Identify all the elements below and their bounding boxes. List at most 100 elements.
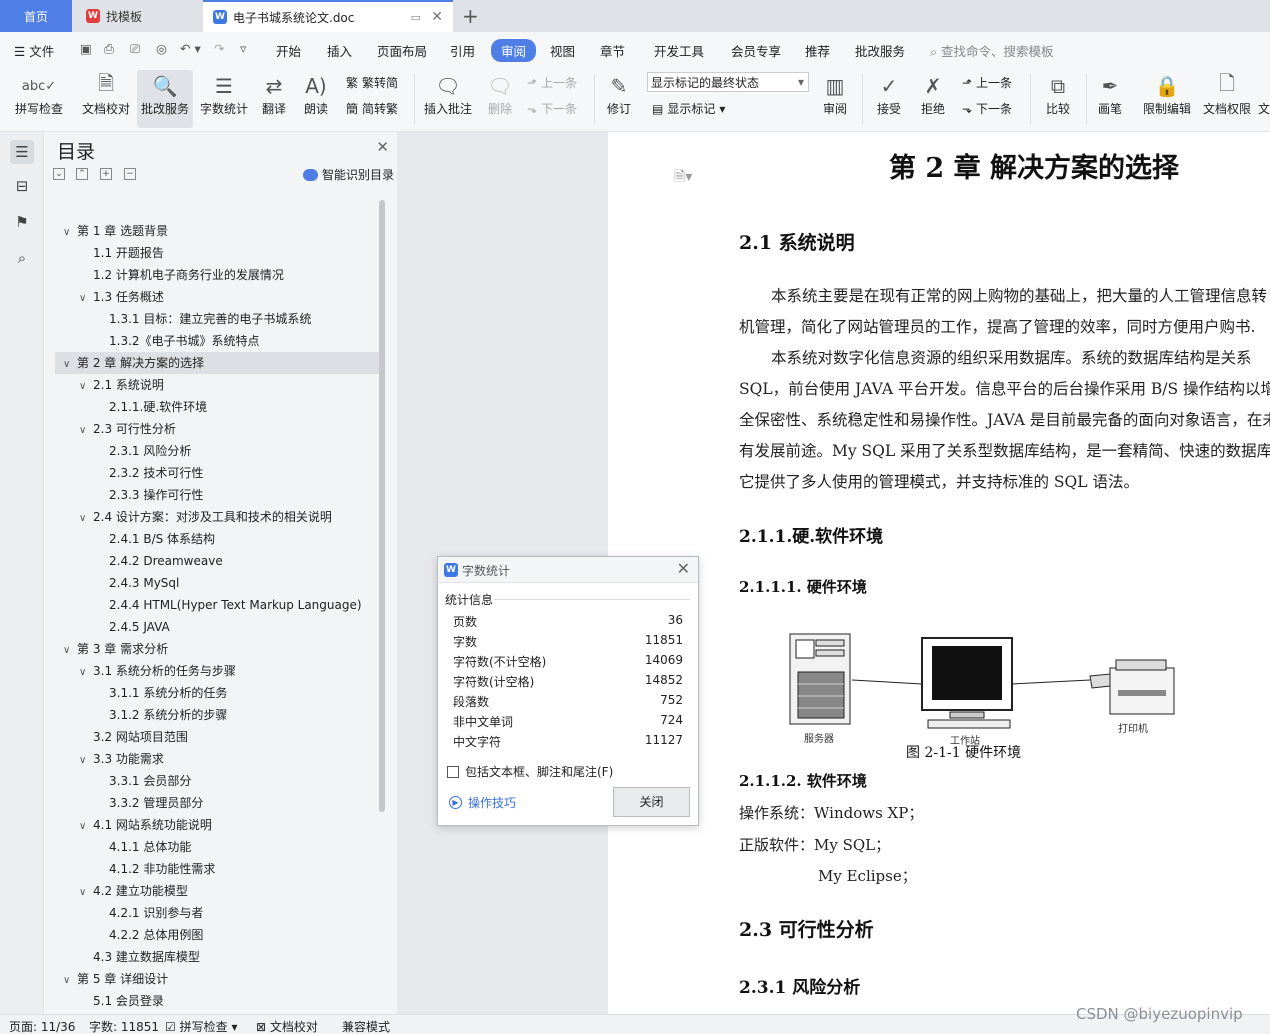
toc-item[interactable]: 2.4.1 B/S 体系结构 bbox=[55, 528, 215, 550]
menu-member[interactable]: 会员专享 bbox=[731, 41, 781, 60]
tab-document[interactable]: W 电子书城系统论文.doc ▭ ✕ bbox=[203, 0, 453, 32]
save-icon[interactable]: ▣ bbox=[80, 41, 92, 56]
show-markup-button[interactable]: ▤ 显示标记 ▾ bbox=[652, 100, 725, 117]
toc-item[interactable]: ∨ 第 1 章 选题背景 bbox=[55, 220, 168, 242]
close-icon[interactable]: ✕ bbox=[376, 138, 389, 156]
add-heading-icon[interactable]: + bbox=[100, 168, 112, 180]
toc-item[interactable]: 4.1.2 非功能性需求 bbox=[55, 858, 215, 880]
toc-item[interactable]: 3.3.1 会员部分 bbox=[55, 770, 191, 792]
insert-comment-button[interactable]: 🗨 插入批注 bbox=[420, 70, 476, 128]
chevron-down-icon[interactable]: ∨ bbox=[79, 508, 93, 530]
toc-item[interactable]: 2.3.2 技术可行性 bbox=[55, 462, 203, 484]
toc-item[interactable]: 4.1.1 总体功能 bbox=[55, 836, 191, 858]
doc-proof-button[interactable]: 🗎 文档校对 bbox=[76, 70, 136, 128]
compare-button[interactable]: ⧉ 比较 bbox=[1036, 70, 1080, 128]
read-aloud-button[interactable]: A) 朗读 bbox=[298, 70, 334, 128]
toc-item[interactable]: ∨ 第 3 章 需求分析 bbox=[55, 638, 168, 660]
toc-item[interactable]: 4.3 建立数据库模型 bbox=[55, 946, 200, 968]
export-pdf-icon[interactable]: ⎙ bbox=[104, 41, 114, 57]
next-change-button[interactable]: ⬎ 下一条 bbox=[962, 100, 1012, 117]
chevron-down-icon[interactable]: ∨ bbox=[79, 750, 93, 772]
close-button[interactable]: 关闭 bbox=[613, 787, 690, 817]
reject-button[interactable]: ✗ 拒绝 bbox=[912, 70, 954, 128]
chapter-nav-icon[interactable]: ⊟ bbox=[10, 174, 34, 198]
review-service-button[interactable]: 🔍 批改服务 bbox=[137, 70, 193, 128]
tab-template[interactable]: W 找模板 bbox=[74, 0, 202, 32]
toc-item[interactable]: 3.2 网站项目范围 bbox=[55, 726, 188, 748]
chevron-down-icon[interactable]: ∨ bbox=[79, 662, 93, 684]
more-button[interactable]: 文 bbox=[1258, 70, 1270, 128]
toc-icon[interactable]: ☰ bbox=[10, 140, 34, 164]
close-tab-icon[interactable]: ✕ bbox=[431, 9, 443, 25]
tab-home[interactable]: 首页 bbox=[0, 0, 72, 32]
chevron-down-icon[interactable]: ∨ bbox=[63, 970, 77, 992]
toc-item[interactable]: ∨ 3.1 系统分析的任务与步骤 bbox=[55, 660, 236, 682]
toc-item[interactable]: ∨ 4.1 网站系统功能说明 bbox=[55, 814, 212, 836]
toc-item[interactable]: 2.1.1.硬.软件环境 bbox=[55, 396, 207, 418]
toc-item[interactable]: ∨ 1.3 任务概述 bbox=[55, 286, 164, 308]
toc-item[interactable]: 3.3.2 管理员部分 bbox=[55, 792, 203, 814]
toc-item[interactable]: 1.2 计算机电子商务行业的发展情况 bbox=[55, 264, 284, 286]
checkbox-box[interactable] bbox=[447, 765, 459, 778]
toc-item[interactable]: 1.3.2《电子书城》系统特点 bbox=[55, 330, 260, 352]
quick-access-dropdown-icon[interactable]: ▿ bbox=[240, 41, 246, 56]
doc-permission-button[interactable]: 🗋 文档权限 bbox=[1198, 70, 1256, 128]
chevron-down-icon[interactable]: ∨ bbox=[79, 816, 93, 838]
toc-item[interactable]: ∨ 4.2 建立功能模型 bbox=[55, 880, 188, 902]
menu-view[interactable]: 视图 bbox=[550, 41, 575, 60]
undo-icon[interactable]: ↶ ▾ bbox=[180, 41, 201, 56]
chevron-down-icon[interactable]: ∨ bbox=[63, 640, 77, 662]
page-marker-icon[interactable]: 🗎▾ bbox=[674, 166, 692, 190]
chevron-down-icon[interactable]: ∨ bbox=[63, 354, 77, 376]
page-indicator[interactable]: 页面: 11/36 bbox=[9, 1018, 75, 1034]
toc-item[interactable]: 4.2.1 识别参与者 bbox=[55, 902, 203, 924]
toc-item[interactable]: ∨ 3.3 功能需求 bbox=[55, 748, 164, 770]
trad-to-simp-button[interactable]: 繁繁转简 bbox=[346, 74, 398, 91]
prev-comment-button[interactable]: ⬏ 上一条 bbox=[527, 74, 577, 91]
chevron-down-icon[interactable]: ∨ bbox=[79, 420, 93, 442]
menu-dev-tools[interactable]: 开发工具 bbox=[654, 41, 704, 60]
word-count-button[interactable]: ☰ 字数统计 bbox=[196, 70, 252, 128]
next-comment-button[interactable]: ⬎ 下一条 bbox=[527, 100, 577, 117]
new-tab-icon[interactable]: + bbox=[462, 4, 479, 28]
toc-item[interactable]: ∨ 第 2 章 解决方案的选择 bbox=[55, 352, 379, 374]
remove-heading-icon[interactable]: − bbox=[124, 168, 136, 180]
track-changes-button[interactable]: ✎ 修订 bbox=[598, 70, 640, 128]
redo-icon[interactable]: ↷ bbox=[214, 41, 224, 56]
toc-item[interactable]: ∨ 2.1 系统说明 bbox=[55, 374, 164, 396]
menu-insert[interactable]: 插入 bbox=[327, 41, 352, 60]
toc-item[interactable]: 2.4.5 JAVA bbox=[55, 616, 170, 638]
toc-item[interactable]: ∨ 2.3 可行性分析 bbox=[55, 418, 176, 440]
chevron-down-icon[interactable]: ∨ bbox=[79, 376, 93, 398]
toc-item[interactable]: 2.3.3 操作可行性 bbox=[55, 484, 203, 506]
menu-review[interactable]: 审阅 bbox=[491, 39, 537, 62]
toc-item[interactable]: 2.4.2 Dreamweave bbox=[55, 550, 223, 572]
menu-chapter[interactable]: 章节 bbox=[600, 41, 625, 60]
menu-start[interactable]: 开始 bbox=[276, 41, 301, 60]
bookmark-icon[interactable]: ⚑ bbox=[10, 210, 34, 234]
status-spell-check[interactable]: ☑ 拼写检查 ▾ bbox=[165, 1018, 237, 1034]
review-pane-button[interactable]: ▥ 审阅 bbox=[813, 70, 857, 128]
toc-item[interactable]: ∨ 第 5 章 详细设计 bbox=[55, 968, 168, 990]
toc-scrollbar[interactable] bbox=[379, 200, 385, 812]
restrict-edit-button[interactable]: 🔒 限制编辑 bbox=[1138, 70, 1196, 128]
toc-item[interactable]: 2.3.1 风险分析 bbox=[55, 440, 191, 462]
status-doc-proof[interactable]: ⊠ 文档校对 bbox=[256, 1018, 318, 1034]
expand-all-icon[interactable]: ⌄ bbox=[53, 168, 65, 180]
accept-button[interactable]: ✓ 接受 bbox=[868, 70, 910, 128]
pen-button[interactable]: ✒ 画笔 bbox=[1090, 70, 1130, 128]
translate-button[interactable]: ⇄ 翻译 bbox=[254, 70, 294, 128]
toc-item[interactable]: 2.4.4 HTML(Hyper Text Markup Language) bbox=[55, 594, 362, 616]
spell-check-button[interactable]: abc✓ 拼写检查 bbox=[8, 70, 70, 128]
toc-item[interactable]: 1.3.1 目标：建立完善的电子书城系统 bbox=[55, 308, 311, 330]
document-page[interactable]: 🗎▾ 第 2 章 解决方案的选择 2.1 系统说明 本系统主要是在现有正常的网上… bbox=[608, 132, 1270, 1014]
search-icon[interactable]: ⌕ bbox=[10, 246, 34, 270]
chevron-down-icon[interactable]: ∨ bbox=[63, 222, 77, 244]
toc-item[interactable]: ∨ 2.4 设计方案：对涉及工具和技术的相关说明 bbox=[55, 506, 332, 528]
smart-toc-button[interactable]: 智能识别目录 bbox=[302, 166, 394, 183]
file-menu[interactable]: ☰ 文件 bbox=[14, 41, 54, 60]
prev-change-button[interactable]: ⬏ 上一条 bbox=[962, 74, 1012, 91]
menu-grading[interactable]: 批改服务 bbox=[855, 41, 905, 60]
toc-item[interactable]: 4.2.2 总体用例图 bbox=[55, 924, 203, 946]
simp-to-trad-button[interactable]: 簡简转繁 bbox=[346, 100, 398, 117]
